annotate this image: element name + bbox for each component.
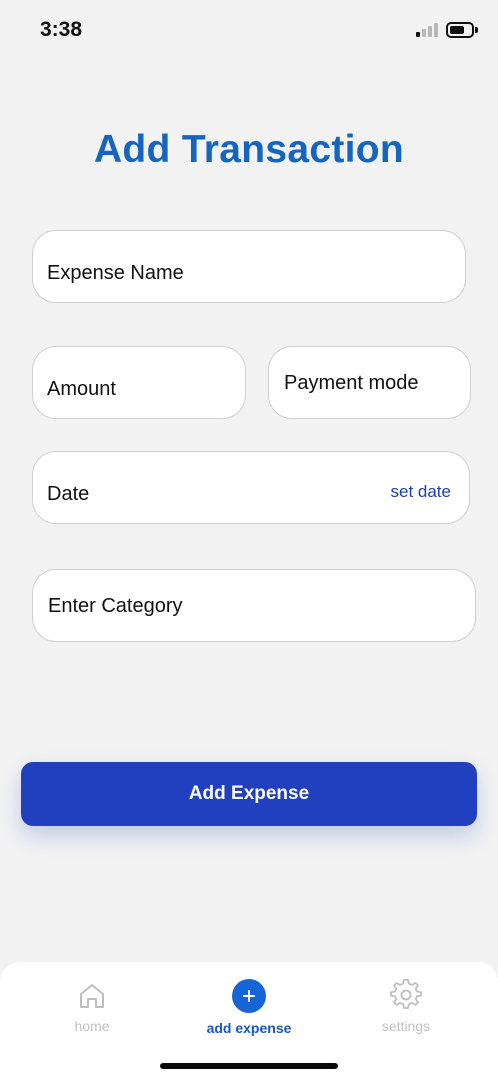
payment-mode-placeholder: Payment mode (284, 372, 419, 394)
tab-settings-label: settings (381, 1018, 431, 1034)
date-placeholder: Date (47, 483, 90, 505)
home-indicator (160, 1063, 338, 1069)
date-field[interactable]: Date set date (32, 451, 470, 524)
gear-icon (390, 979, 422, 1009)
cellular-signal-icon (416, 23, 438, 37)
tab-home-label: home (74, 1018, 110, 1034)
set-date-link[interactable]: set date (391, 482, 452, 502)
add-expense-button[interactable]: Add Expense (21, 762, 477, 826)
tab-settings[interactable]: settings (346, 962, 466, 1052)
category-placeholder: Enter Category (48, 595, 183, 617)
category-field[interactable]: Enter Category (32, 569, 476, 642)
amount-field[interactable]: Amount (32, 346, 246, 419)
status-bar: 3:38 (0, 0, 498, 60)
plus-circle-icon (232, 979, 266, 1013)
page-title: Add Transaction (93, 128, 405, 171)
expense-name-field[interactable]: Expense Name (32, 230, 466, 303)
tab-add-expense-label: add expense (206, 1020, 292, 1036)
status-time: 3:38 (40, 18, 83, 41)
tab-add-expense[interactable]: add expense (189, 962, 309, 1052)
tab-home[interactable]: home (32, 962, 152, 1052)
payment-mode-field[interactable]: Payment mode (268, 346, 471, 419)
expense-name-placeholder: Expense Name (47, 262, 184, 284)
amount-placeholder: Amount (47, 378, 116, 400)
home-icon (80, 984, 104, 1008)
battery-icon (446, 22, 478, 38)
